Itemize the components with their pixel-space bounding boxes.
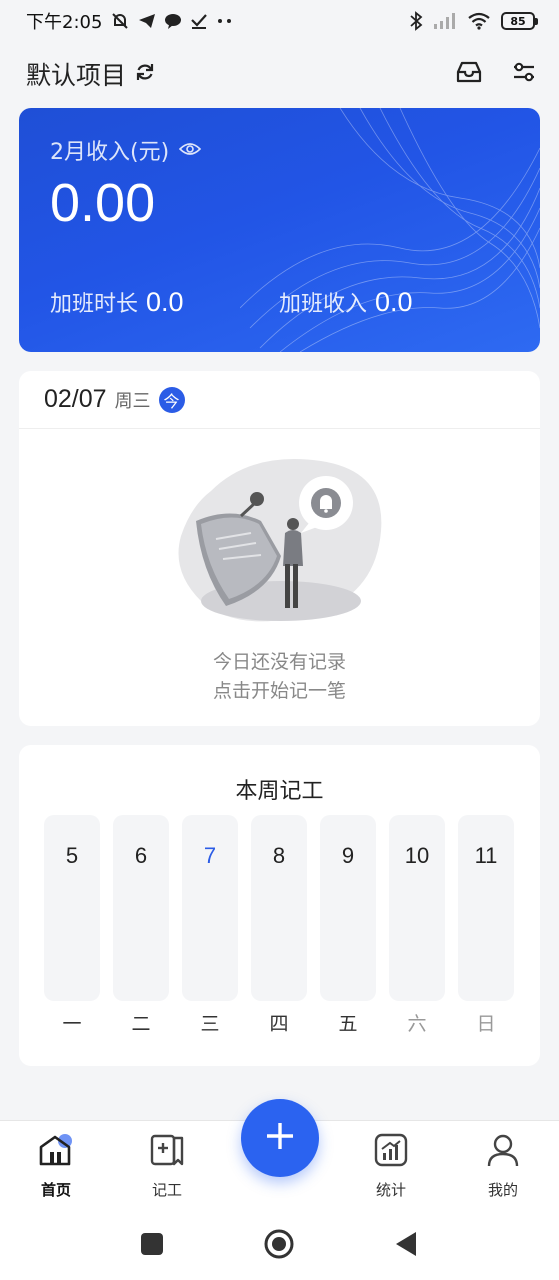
day-number: 8 [272, 843, 286, 868]
nav-record-label: 记工 [151, 1181, 182, 1199]
day-column-fri[interactable]: 9 [320, 815, 376, 1001]
system-navigation-bar [0, 1210, 559, 1280]
battery-indicator: 85 [501, 12, 538, 30]
inbox-icon[interactable] [455, 60, 483, 88]
day-number: 5 [65, 843, 79, 868]
day-column-sun[interactable]: 11 [458, 815, 514, 1001]
empty-text-line2[interactable]: 点击开始记一笔 [19, 676, 540, 703]
day-column-sat[interactable]: 10 [389, 815, 445, 1001]
status-time: 下午2:05 [26, 12, 103, 33]
checkmark-icon [190, 12, 208, 30]
mute-bell-icon [110, 11, 130, 31]
overtime-row: 加班时长 0.0 加班收入 0.0 [50, 286, 508, 318]
today-header: 02/07 周三 今 [19, 371, 540, 429]
day-number: 11 [474, 843, 498, 868]
day-column-tue[interactable]: 6 [113, 815, 169, 1001]
today-weekday: 周三 [114, 390, 151, 412]
week-card: 本周记工 5 6 7 8 9 10 11 一 二 三 四 五 六 日 [19, 745, 540, 1066]
plus-icon [264, 1120, 296, 1156]
day-number: 6 [134, 843, 148, 868]
chat-bubble-icon [164, 12, 182, 30]
overtime-income: 加班收入 0.0 [279, 286, 508, 318]
weekday-label-mon: 一 [62, 1013, 82, 1035]
overtime-income-label: 加班收入 [279, 292, 368, 317]
week-title: 本周记工 [235, 779, 324, 804]
day-column-thu[interactable]: 8 [251, 815, 307, 1001]
nav-stats[interactable]: 统计 [351, 1133, 431, 1200]
home-icon [38, 1133, 74, 1171]
income-label-row: 2月收入(元) [50, 134, 202, 166]
overtime-hours-value: 0.0 [146, 287, 184, 317]
today-badge: 今 [158, 386, 185, 413]
user-profile-icon [485, 1133, 521, 1171]
bluetooth-icon [409, 11, 423, 31]
add-record-fab[interactable] [241, 1099, 319, 1177]
empty-text-line1: 今日还没有记录 [212, 651, 346, 673]
overtime-hours-label: 加班时长 [50, 292, 139, 317]
eye-icon[interactable] [179, 138, 202, 163]
weekday-label-thu: 四 [269, 1013, 289, 1035]
home-button-icon[interactable] [263, 1228, 295, 1264]
signal-icon [433, 12, 457, 30]
nav-mine[interactable]: 我的 [463, 1133, 543, 1200]
telegram-icon [138, 12, 156, 30]
nav-record[interactable]: 记工 [127, 1133, 207, 1200]
nav-stats-label: 统计 [375, 1181, 406, 1199]
weekday-label-sat: 六 [407, 1013, 427, 1035]
today-date: 02/07 [44, 385, 107, 413]
overtime-income-value: 0.0 [375, 287, 413, 317]
app-header: 默认项目 [0, 50, 559, 98]
record-note-icon [149, 1133, 185, 1171]
more-dots-icon [216, 18, 234, 24]
empty-state-illustration [178, 459, 382, 622]
project-title: 默认项目 [26, 61, 127, 90]
recent-apps-icon[interactable] [140, 1232, 164, 1260]
income-amount: 0.00 [50, 173, 156, 233]
status-bar: 下午2:05 85 [0, 0, 559, 42]
weekday-label-sun: 日 [476, 1013, 496, 1035]
day-number: 10 [404, 843, 430, 868]
day-number: 9 [341, 843, 355, 868]
nav-home-label: 首页 [40, 1181, 71, 1199]
weekday-label-tue: 二 [131, 1013, 151, 1035]
today-card[interactable]: 02/07 周三 今 今日还没有记录 点击开始记一笔 [19, 371, 540, 726]
overtime-hours: 加班时长 0.0 [50, 286, 279, 318]
refresh-icon [134, 60, 156, 89]
income-card[interactable]: 2月收入(元) 0.00 加班时长 0.0 加班收入 0.0 [19, 108, 540, 352]
stats-chart-icon [373, 1133, 409, 1171]
wifi-icon [467, 12, 491, 30]
day-column-wed[interactable]: 7 [182, 815, 238, 1001]
project-switcher[interactable]: 默认项目 [26, 56, 156, 92]
nav-home[interactable]: 首页 [16, 1133, 96, 1200]
nav-mine-label: 我的 [487, 1181, 518, 1199]
weekday-label-wed: 三 [200, 1013, 220, 1035]
income-label: 2月收入(元) [50, 140, 170, 165]
back-button-icon[interactable] [394, 1230, 418, 1262]
day-number-today: 7 [203, 843, 217, 868]
weekday-label-fri: 五 [338, 1013, 358, 1035]
day-column-mon[interactable]: 5 [44, 815, 100, 1001]
settings-sliders-icon[interactable] [511, 59, 537, 89]
